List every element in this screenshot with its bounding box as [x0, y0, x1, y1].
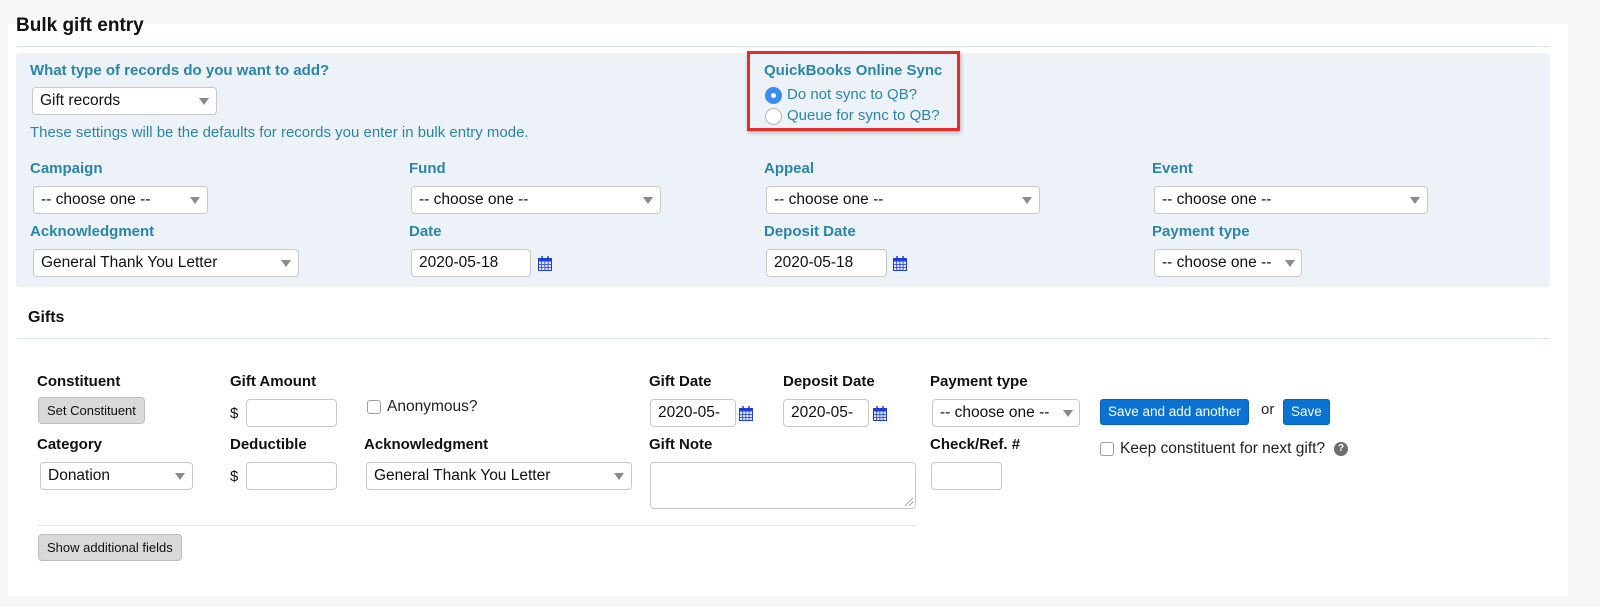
gift-acknowledgment-value: General Thank You Letter — [374, 467, 551, 484]
deductible-currency: $ — [230, 468, 239, 485]
anonymous-label[interactable]: Anonymous? — [387, 398, 477, 416]
gift-payment-type-value: -- choose one -- — [940, 404, 1050, 421]
gift-deposit-date-input[interactable]: 2020-05- — [783, 399, 869, 427]
chevron-down-icon — [175, 473, 185, 480]
campaign-label: Campaign — [30, 160, 103, 177]
defaults-help-text: These settings will be the defaults for … — [30, 124, 529, 141]
gifts-section-title: Gifts — [28, 309, 65, 326]
resize-handle-icon[interactable] — [905, 498, 913, 506]
help-icon[interactable]: ? — [1334, 442, 1348, 456]
payment-type-value: -- choose one -- — [1162, 254, 1272, 271]
page-title: Bulk gift entry — [16, 15, 144, 36]
calendar-icon[interactable] — [893, 256, 907, 271]
fund-value: -- choose one -- — [419, 191, 529, 208]
show-additional-fields-button[interactable]: Show additional fields — [38, 534, 182, 561]
calendar-icon[interactable] — [538, 256, 552, 271]
chevron-down-icon — [643, 197, 653, 204]
calendar-icon[interactable] — [873, 406, 887, 421]
category-label: Category — [37, 436, 103, 453]
gifts-divider — [16, 338, 1550, 339]
keep-constituent-label[interactable]: Keep constituent for next gift? — [1120, 440, 1325, 458]
deposit-date-label: Deposit Date — [764, 223, 856, 240]
appeal-value: -- choose one -- — [774, 191, 884, 208]
gift-acknowledgment-label: Acknowledgment — [364, 436, 489, 453]
fund-select[interactable]: -- choose one -- — [411, 186, 661, 214]
radio-do-not-sync[interactable] — [765, 87, 782, 104]
event-value: -- choose one -- — [1162, 191, 1272, 208]
anonymous-checkbox[interactable] — [367, 400, 381, 414]
campaign-select[interactable]: -- choose one -- — [33, 186, 208, 214]
gift-amount-label: Gift Amount — [230, 373, 317, 390]
date-label: Date — [409, 223, 442, 240]
chevron-down-icon — [281, 260, 291, 267]
gifts-form-divider — [37, 525, 916, 526]
quickbooks-sync-label: QuickBooks Online Sync — [764, 62, 943, 79]
gift-acknowledgment-select[interactable]: General Thank You Letter — [366, 462, 632, 490]
radio-queue-sync-label[interactable]: Queue for sync to QB? — [787, 107, 940, 124]
fund-label: Fund — [409, 160, 446, 177]
chevron-down-icon — [1022, 197, 1032, 204]
campaign-value: -- choose one -- — [41, 191, 151, 208]
record-type-label: What type of records do you want to add? — [30, 62, 330, 79]
chevron-down-icon — [199, 98, 209, 105]
payment-type-label: Payment type — [1152, 223, 1250, 240]
chevron-down-icon — [1285, 260, 1295, 267]
check-ref-label: Check/Ref. # — [930, 436, 1021, 453]
deposit-date-input[interactable]: 2020-05-18 — [766, 249, 887, 277]
gift-payment-type-select[interactable]: -- choose one -- — [932, 399, 1080, 427]
record-type-value: Gift records — [40, 92, 121, 109]
acknowledgment-value: General Thank You Letter — [41, 254, 218, 271]
chevron-down-icon — [1410, 197, 1420, 204]
deductible-label: Deductible — [230, 436, 307, 453]
appeal-label: Appeal — [764, 160, 815, 177]
gift-amount-input[interactable] — [246, 399, 337, 427]
gift-deposit-date-label: Deposit Date — [783, 373, 875, 390]
acknowledgment-select[interactable]: General Thank You Letter — [33, 249, 299, 277]
event-select[interactable]: -- choose one -- — [1154, 186, 1428, 214]
save-and-add-another-button[interactable]: Save and add another — [1100, 399, 1249, 425]
calendar-icon[interactable] — [739, 406, 753, 421]
save-button[interactable]: Save — [1283, 399, 1330, 425]
or-separator: or — [1261, 401, 1275, 418]
gift-note-label: Gift Note — [649, 436, 713, 453]
category-select[interactable]: Donation — [40, 462, 193, 490]
gift-date-input[interactable]: 2020-05- — [650, 399, 736, 427]
event-label: Event — [1152, 160, 1193, 177]
check-ref-input[interactable] — [931, 462, 1002, 490]
gift-date-label: Gift Date — [649, 373, 712, 390]
title-divider — [16, 46, 1550, 47]
chevron-down-icon — [190, 197, 200, 204]
constituent-label: Constituent — [37, 373, 121, 390]
keep-constituent-checkbox[interactable] — [1100, 442, 1114, 456]
date-input[interactable]: 2020-05-18 — [411, 249, 531, 277]
set-constituent-button[interactable]: Set Constituent — [38, 397, 145, 424]
gift-payment-type-label: Payment type — [930, 373, 1028, 390]
appeal-select[interactable]: -- choose one -- — [766, 186, 1040, 214]
payment-type-select[interactable]: -- choose one -- — [1154, 249, 1302, 277]
radio-do-not-sync-label[interactable]: Do not sync to QB? — [787, 86, 917, 103]
deductible-input[interactable] — [246, 462, 337, 490]
gift-amount-currency: $ — [230, 405, 239, 422]
chevron-down-icon — [1063, 410, 1073, 417]
record-type-select[interactable]: Gift records — [32, 87, 217, 115]
gift-note-textarea[interactable] — [650, 462, 916, 509]
radio-queue-sync[interactable] — [765, 108, 782, 125]
acknowledgment-label: Acknowledgment — [30, 223, 155, 240]
category-value: Donation — [48, 467, 111, 484]
chevron-down-icon — [614, 473, 624, 480]
